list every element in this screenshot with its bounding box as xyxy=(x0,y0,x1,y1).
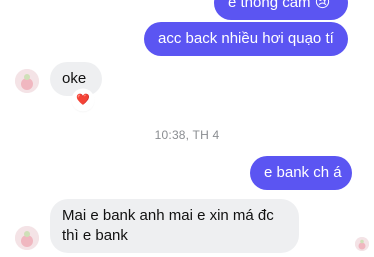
seen-avatar-icon xyxy=(355,237,369,251)
outgoing-message[interactable]: e bank ch á xyxy=(250,156,352,190)
outgoing-message[interactable]: e thông cảm 😢 xyxy=(214,0,348,20)
contact-avatar[interactable] xyxy=(15,226,39,250)
message-text-line: Mai e bank anh mai e xin má đc xyxy=(62,207,274,224)
message-text: e bank ch á xyxy=(264,164,342,181)
contact-avatar[interactable] xyxy=(15,69,39,93)
peach-avatar-icon xyxy=(15,226,39,250)
message-text: acc back nhiều hơi quạo tí xyxy=(158,30,334,47)
message-text-line: thì e bank xyxy=(62,227,128,244)
timestamp-separator: 10:38, TH 4 xyxy=(154,128,220,142)
outgoing-message[interactable]: acc back nhiều hơi quạo tí xyxy=(144,22,348,56)
message-text: e thông cảm 😢 xyxy=(228,0,331,11)
peach-avatar-icon xyxy=(355,237,369,251)
peach-avatar-icon xyxy=(15,69,39,93)
incoming-message[interactable]: Mai e bank anh mai e xin má đc thì e ban… xyxy=(50,199,299,253)
message-text: oke xyxy=(62,70,87,87)
incoming-message[interactable]: oke xyxy=(50,62,102,96)
heart-reaction-icon[interactable]: ❤️ xyxy=(73,90,93,110)
